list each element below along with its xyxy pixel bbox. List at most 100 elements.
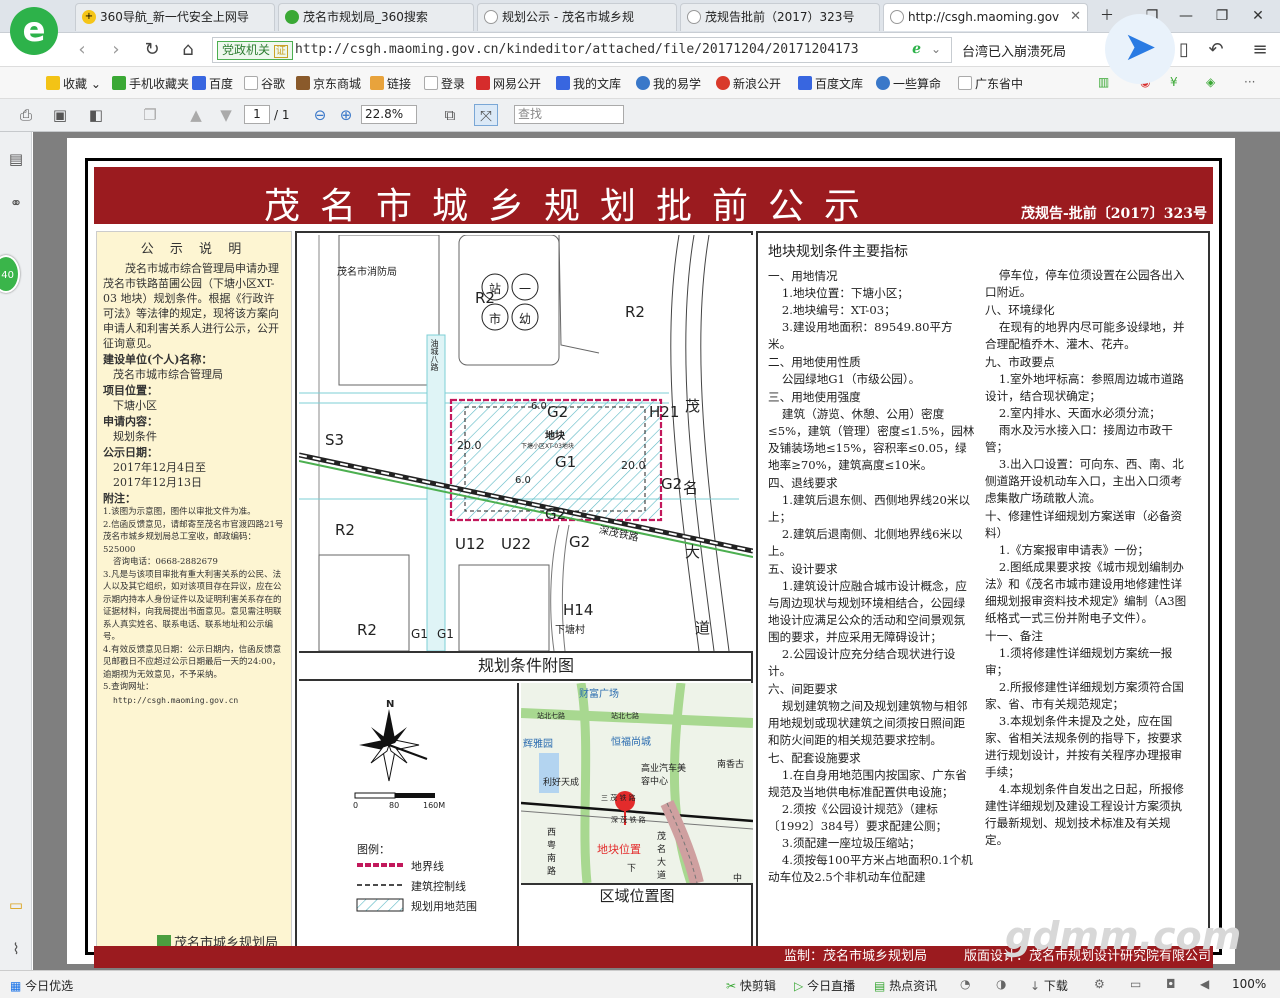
page-down-icon[interactable]: ▼	[214, 104, 238, 126]
book-icon[interactable]: ▥	[1098, 75, 1109, 89]
location-label: 站北七路	[611, 712, 639, 720]
status-today-picks[interactable]: ▦ 今日优选	[10, 977, 73, 994]
save-icon[interactable]: ▣	[48, 104, 72, 126]
status-clip[interactable]: ✂ 快剪辑	[726, 977, 776, 994]
pages-icon[interactable]: ▤	[7, 150, 25, 168]
share-icon[interactable]: ◧	[84, 104, 108, 126]
bookmark-suanming[interactable]: 一些算命	[876, 75, 941, 92]
zoom-select[interactable]: 22.8%	[361, 105, 417, 124]
field-key: 建设单位(个人)名称：	[103, 353, 213, 366]
bookmark-google[interactable]: 谷歌	[244, 75, 285, 92]
notes-heading: 附注：	[103, 492, 136, 505]
legend-heading: 图例：	[357, 843, 390, 856]
window-icon[interactable]: ▭	[1130, 977, 1141, 991]
money-icon[interactable]: ¥	[1170, 75, 1178, 89]
binoculars-icon[interactable]: ⚭	[7, 194, 25, 212]
accelerate-icon[interactable]: ◑	[996, 977, 1006, 991]
tab-pdf-file[interactable]: http://csgh.maoming.gov ✕	[883, 3, 1088, 31]
status-live[interactable]: ▷ 今日直播	[794, 977, 855, 994]
home-icon[interactable]: ⌂	[176, 38, 200, 62]
download-icon: ↓	[1030, 979, 1041, 993]
page-number-input[interactable]: 1	[244, 105, 270, 124]
bookmark-login[interactable]: 登录	[424, 75, 465, 92]
status-news[interactable]: ▤ 热点资讯	[874, 977, 937, 994]
back-icon[interactable]: ‹	[70, 38, 94, 62]
phone-icon[interactable]: ▯	[1172, 38, 1196, 62]
conditions-col-1: 一、用地情况 1.地块位置：下塘小区； 2.地块编号：XT-03； 3.建设用地面积：…	[768, 267, 975, 886]
chevron-down-icon[interactable]: ⌄	[931, 42, 941, 56]
close-tab-icon[interactable]: ✕	[1070, 4, 1081, 30]
tab-360-nav[interactable]: +360导航_新一代安全上网导	[75, 3, 275, 31]
condition-line: 二、用地使用性质	[768, 355, 861, 369]
status-zoom[interactable]: 100%	[1232, 977, 1266, 991]
menu-icon[interactable]: ≡	[1248, 38, 1272, 62]
bookmark-guangdong[interactable]: 广东省中	[958, 75, 1023, 92]
find-input[interactable]: 查找	[514, 105, 624, 124]
undo-icon[interactable]: ↶	[1204, 38, 1228, 62]
tab-notice-323[interactable]: 茂规告批前（2017）323号	[680, 3, 880, 31]
url-box[interactable]: 党政机关 证 http://csgh.maoming.gov.cn/kinded…	[212, 37, 952, 63]
bookmark-sina[interactable]: 新浪公开	[716, 75, 781, 92]
bookmark-mobile[interactable]: 手机收藏夹	[112, 75, 189, 92]
bookmark-163[interactable]: 网易公开	[476, 75, 541, 92]
url-text[interactable]: http://csgh.maoming.gov.cn/kindeditor/at…	[295, 42, 859, 57]
pdf-page: 茂名市城乡规划批前公示 茂规告-批前〔2017〕323号 公 示 说 明 茂名市…	[67, 138, 1235, 968]
condition-line: 2.所报修建性详细规划方案须符合国家、省、市有关规范规定；	[985, 680, 1184, 711]
gov-badge[interactable]: 党政机关 证	[217, 41, 293, 60]
condition-line: 1.建筑后退东侧、西侧地界线20米以上；	[768, 493, 971, 524]
page-icon	[424, 76, 438, 90]
camera-icon[interactable]: ◘	[1166, 977, 1176, 991]
close-window-button[interactable]: ✕	[1244, 4, 1272, 28]
tool-icon[interactable]: ⚙	[1094, 977, 1105, 991]
condition-line: 2.地块编号：XT-03；	[781, 303, 896, 317]
bird-assistant-icon[interactable]: ➤	[1105, 14, 1175, 84]
location-label: 三 茂 铁 路	[601, 794, 636, 802]
attachment-icon[interactable]: ⌇	[7, 940, 25, 958]
speed-icon[interactable]: ◔	[960, 977, 970, 991]
minimize-button[interactable]: —	[1172, 4, 1200, 28]
maximize-button[interactable]: ❐	[1208, 4, 1236, 28]
baidu-icon	[798, 76, 812, 90]
map-label: R2	[335, 521, 355, 539]
condition-line: 1.建筑设计应融合城市设计概念，应与周边现状与规划环境相结合，公园绿地设计应满足…	[768, 579, 967, 644]
bookmark-baidu[interactable]: 百度	[192, 75, 233, 92]
browser-logo-icon[interactable]: e	[10, 7, 58, 55]
engine-icon[interactable]: ℯ	[912, 41, 921, 57]
refresh-icon[interactable]: ↻	[140, 38, 164, 62]
comment-icon[interactable]: ▭	[7, 896, 25, 914]
weibo-icon	[716, 76, 730, 90]
copy-icon[interactable]: ❐	[138, 104, 162, 126]
print-icon[interactable]: ⎙	[14, 104, 38, 126]
tab-search[interactable]: 茂名市规划局_360搜索	[278, 3, 474, 31]
map-label: H14	[563, 601, 594, 619]
page-icon	[484, 10, 498, 24]
forward-icon[interactable]: ›	[104, 38, 128, 62]
fit-page-icon[interactable]: ⤧	[474, 104, 498, 126]
bookmark-yixue[interactable]: 我的易学	[636, 75, 701, 92]
note-item: 4.有效反馈意见日期：公示日期内，信函反馈意见邮戳日不应超过公示日期最后一天的2…	[103, 644, 282, 680]
scissors-icon: ✂	[726, 979, 737, 993]
bookmark-links[interactable]: 链接	[370, 75, 411, 92]
condition-line: 一、用地情况	[768, 269, 838, 283]
search-hot-text[interactable]: 台湾已入崩溃死局	[962, 41, 1066, 60]
tab-planning-notice[interactable]: 规划公示 - 茂名市城乡规	[477, 3, 677, 31]
zoom-in-icon[interactable]: ⊕	[334, 104, 358, 126]
condition-line: 3.建设用地面积：89549.80平方米。	[768, 320, 953, 351]
location-map: 财富广场 站北七路 站北七路 辉雅园 恒福尚城 利好天成 高业汽车美容中心 南香…	[521, 683, 753, 883]
bookmark-baidu-wenku[interactable]: 百度文库	[798, 75, 863, 92]
scale-label: 0	[353, 801, 359, 810]
fit-width-icon[interactable]: ⧉	[438, 104, 462, 126]
game-icon[interactable]: ◈	[1206, 75, 1215, 89]
more-icon[interactable]: ···	[1244, 75, 1255, 89]
status-download[interactable]: ↓ 下载	[1030, 977, 1068, 994]
bookmark-wenku[interactable]: 我的文库	[556, 75, 621, 92]
sound-icon[interactable]: ◀	[1200, 977, 1209, 991]
field-value: 2017年12月4日至	[113, 461, 206, 474]
page-up-icon[interactable]: ▲	[184, 104, 208, 126]
bookmark-favorites[interactable]: 收藏 ⌄	[46, 75, 101, 92]
condition-line: 1.《方案报审申请表》一份；	[998, 543, 1150, 557]
zoom-out-icon[interactable]: ⊖	[308, 104, 332, 126]
notice-heading: 公 示 说 明	[140, 242, 248, 257]
bookmark-jd[interactable]: 京东商城	[296, 75, 361, 92]
map-label: 大	[685, 543, 701, 561]
